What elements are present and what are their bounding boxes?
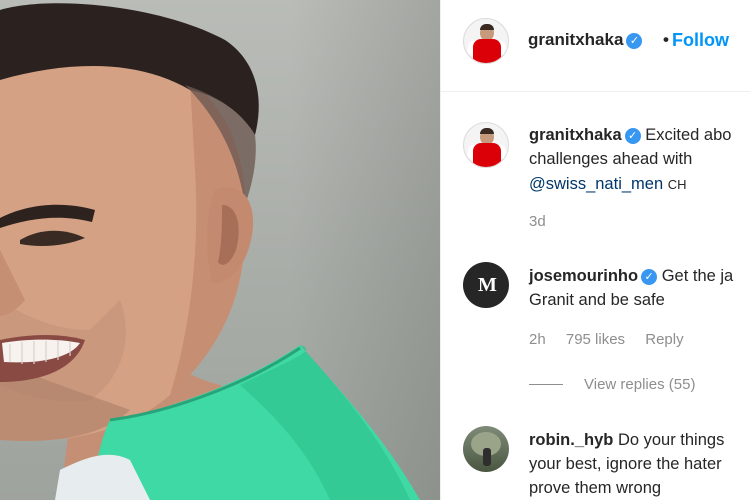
author-avatar[interactable] — [463, 18, 509, 64]
caption-author[interactable]: granitxhaka — [529, 126, 622, 144]
verified-badge-icon: ✓ — [624, 128, 641, 144]
comment-likes[interactable]: 795 likes — [566, 331, 625, 348]
follow-button[interactable]: Follow — [672, 30, 729, 51]
post-sidebar: granitxhaka ✓ • Follow granitxhaka ✓ Excit… — [440, 0, 750, 500]
view-replies-button[interactable]: View replies (55) — [584, 376, 695, 393]
post-photo[interactable] — [0, 0, 440, 500]
comment-text-1: Do your things — [617, 431, 725, 449]
verified-badge-icon: ✓ — [641, 269, 658, 285]
comment-line-3: prove them wrong — [529, 479, 662, 497]
player-portrait — [0, 3, 420, 500]
comment-meta: 2h 795 likes Reply — [529, 331, 700, 348]
comment-text-1: Get the ja — [661, 267, 734, 285]
caption-line-3: @swiss_nati_men CH — [529, 172, 687, 197]
caption-mention-link[interactable]: @swiss_nati_men — [529, 175, 663, 193]
caption-tail: CH — [667, 177, 687, 192]
header-separator: • — [663, 30, 669, 49]
caption-line-1: granitxhaka ✓ Excited abo — [529, 123, 731, 147]
caption-line-2: challenges ahead with — [529, 150, 693, 168]
post-header: granitxhaka ✓ • Follow — [441, 0, 750, 92]
author-username[interactable]: granitxhaka ✓ — [528, 30, 643, 50]
comment-avatar[interactable] — [463, 426, 509, 472]
comment-author[interactable]: josemourinho — [529, 267, 638, 285]
comment-line-2: your best, ignore the hater — [529, 455, 722, 473]
caption-text-1: Excited abo — [645, 126, 732, 144]
comment-timestamp[interactable]: 2h — [529, 331, 546, 348]
comment-line-1: robin._hyb Do your things — [529, 428, 724, 452]
comment-reply-button[interactable]: Reply — [645, 331, 683, 348]
comment-author[interactable]: robin._hyb — [529, 431, 613, 449]
caption-avatar[interactable] — [463, 122, 509, 168]
comment-avatar[interactable]: M — [463, 262, 509, 308]
comment-avatar-monogram: M — [478, 274, 497, 296]
comment-line-2: Granit and be safe — [529, 291, 665, 309]
author-username-text[interactable]: granitxhaka — [528, 30, 623, 49]
view-replies-line — [529, 384, 563, 385]
caption-timestamp[interactable]: 3d — [529, 213, 546, 230]
verified-badge-icon: ✓ — [626, 33, 643, 49]
comment-line-1: josemourinho ✓ Get the ja — [529, 264, 733, 288]
